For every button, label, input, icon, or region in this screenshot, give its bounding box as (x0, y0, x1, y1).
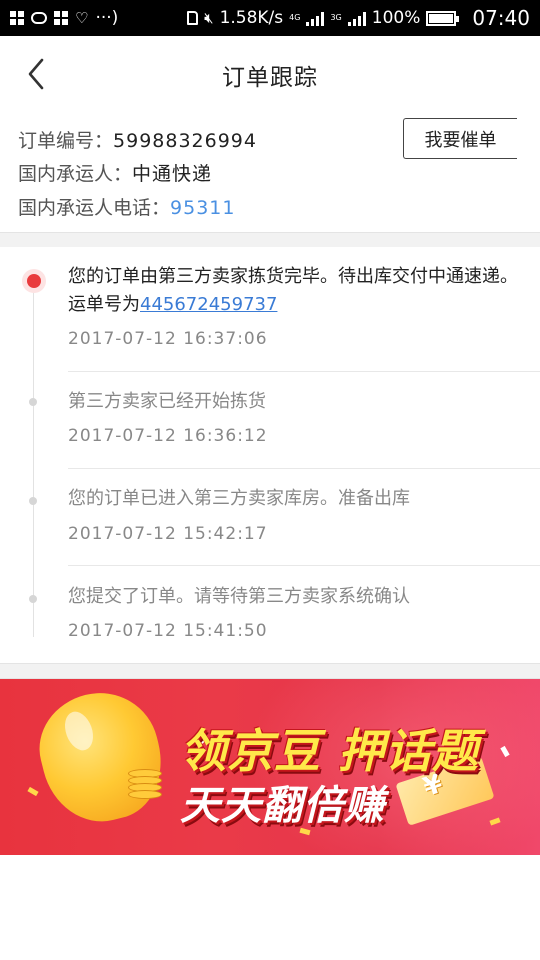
promo-banner[interactable]: ¥ 领京豆 押话题 天天翻倍赚 (0, 679, 540, 855)
tracking-timeline: 您的订单由第三方卖家拣货完毕。待出库交付中通速递。运单号为44567245973… (0, 247, 540, 663)
urge-order-button[interactable]: 我要催单 (403, 118, 517, 159)
blank-area (0, 855, 540, 960)
timeline-event-text: 您的订单已进入第三方卖家库房。准备出库 (68, 488, 410, 509)
network-type-4g: 4G (289, 13, 301, 22)
timeline-event-time: 2017-07-12 15:42:17 (68, 524, 268, 544)
carrier-phone-row: 国内承运人电话：95311 (18, 193, 235, 220)
timeline-separator (68, 468, 540, 469)
order-info-panel: 订单编号：59988326994 国内承运人：中通快递 国内承运人电话：9531… (0, 108, 540, 232)
heart-rate-icon: ♡ (75, 9, 89, 27)
file-icon (187, 11, 199, 25)
waybill-link[interactable]: 445672459737 (140, 294, 277, 315)
jingdou-bean-icon (28, 680, 174, 834)
signal-icon (306, 11, 325, 26)
notification-more: ···) (95, 8, 119, 28)
timeline-event-text: 您的订单由第三方卖家拣货完毕。待出库交付中通速递。运单号为44567245973… (68, 266, 518, 315)
order-number-value: 59988326994 (113, 130, 257, 152)
page-title: 订单跟踪 (222, 65, 318, 91)
timeline-dot (29, 595, 37, 603)
app-grid-icon (54, 11, 68, 25)
carrier-phone-label: 国内承运人电话： (18, 197, 171, 219)
timeline-event-time: 2017-07-12 15:41:50 (68, 621, 268, 641)
nav-header: 订单跟踪 (0, 36, 540, 108)
order-number-row: 订单编号：59988326994 (18, 126, 257, 153)
timeline-event-text: 第三方卖家已经开始拣货 (68, 391, 266, 412)
timeline-event-time: 2017-07-12 16:37:06 (68, 329, 268, 349)
carrier-label: 国内承运人： (18, 163, 133, 185)
battery-percent: 100% (371, 8, 421, 28)
section-divider (0, 232, 540, 248)
timeline-line (33, 287, 34, 637)
carrier-phone-link[interactable]: 95311 (170, 197, 235, 219)
section-divider (0, 663, 540, 679)
app-grid-icon (10, 11, 24, 25)
mute-icon: 🔇︎ (204, 9, 214, 27)
confetti-icon (27, 786, 39, 797)
timeline-separator (68, 565, 540, 566)
status-bar: ♡ ···) 🔇︎ 1.58K/s 4G 3G 100% 07:40 (0, 0, 540, 36)
cloud-icon (31, 12, 47, 24)
signal-icon (347, 11, 366, 26)
clock: 07:40 (472, 6, 530, 30)
timeline-dot-current (22, 269, 46, 293)
timeline-dot (29, 398, 37, 406)
carrier-value: 中通快递 (132, 163, 213, 185)
timeline-separator (68, 371, 540, 372)
banner-subheadline: 天天翻倍赚 (180, 783, 385, 829)
timeline-event-time: 2017-07-12 16:36:12 (68, 426, 268, 446)
order-number-label: 订单编号： (18, 130, 114, 152)
battery-icon (426, 10, 460, 26)
timeline-dot (29, 497, 37, 505)
timeline-event-text: 您提交了订单。请等待第三方卖家系统确认 (68, 586, 410, 607)
coin-stack-icon (128, 769, 162, 799)
network-speed: 1.58K/s (219, 8, 284, 28)
carrier-row: 国内承运人：中通快递 (18, 159, 212, 186)
network-type-3g: 3G (330, 13, 342, 22)
banner-headline: 领京豆 押话题 (180, 724, 480, 778)
